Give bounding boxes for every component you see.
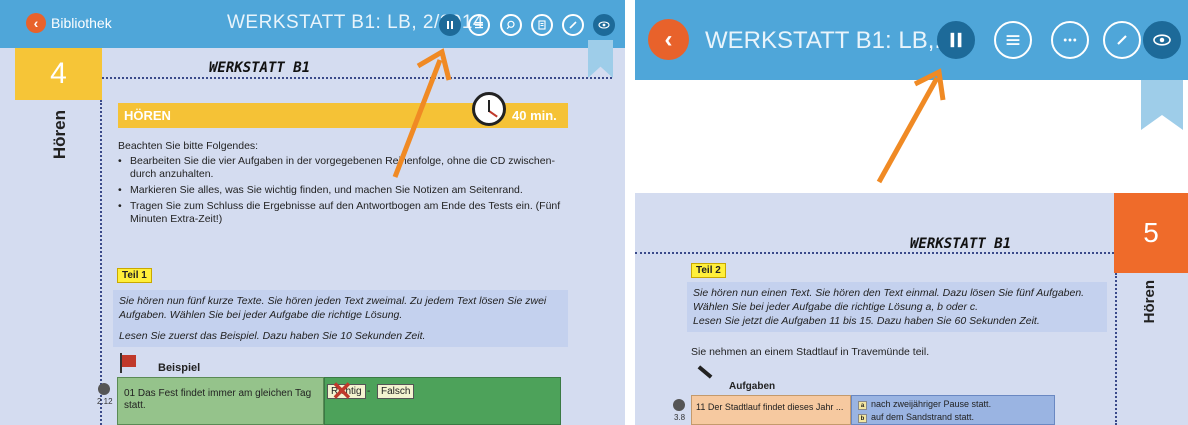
book-title: WERKSTATT B1: LB,... [705, 27, 955, 54]
pencil-icon[interactable] [1103, 21, 1141, 59]
context-text: Sie nehmen an einem Stadtlauf in Travemü… [691, 346, 930, 358]
pause-icon[interactable] [439, 14, 461, 36]
pencil-icon[interactable] [562, 14, 584, 36]
notes-icon[interactable] [531, 14, 553, 36]
toolbar: ‹ Bibliothek WERKSTATT B1: LB, 2/2014 [0, 0, 625, 48]
bookmark-icon[interactable] [1141, 80, 1183, 130]
bookmark-icon[interactable] [588, 40, 613, 78]
option-text: nach zweijähriger Pause statt. [871, 399, 992, 409]
search-icon[interactable] [500, 14, 522, 36]
section-label-vertical: Hören [1141, 280, 1158, 324]
left-screenshot: ‹ Bibliothek WERKSTATT B1: LB, 2/2014 4 … [0, 0, 625, 425]
list-item: Tragen Sie zum Schluss die Ergebnisse au… [118, 200, 568, 226]
teil-label: Teil 1 [117, 268, 152, 283]
cd-icon[interactable] [673, 399, 685, 411]
option-letter: b [858, 414, 867, 423]
page-header: WERKSTATT B1 [209, 60, 311, 76]
task-time-note: Lesen Sie zuerst das Beispiel. Dazu habe… [113, 325, 568, 347]
list-item: Bearbeiten Sie die vier Aufgaben in der … [118, 155, 568, 181]
instruction-text: Sie hören nun einen Text. Sie hören den … [693, 287, 1085, 313]
tasks-label: Aufgaben [729, 381, 776, 392]
arrow-annotation [392, 48, 452, 178]
back-icon[interactable]: ‹ [26, 13, 46, 33]
page-header: WERKSTATT B1 [910, 236, 1012, 252]
menu-icon[interactable] [468, 14, 490, 36]
answer-option-a[interactable]: a nach zweijähriger Pause statt. [858, 399, 991, 410]
header-divider [102, 77, 612, 79]
option-text: auf dem Sandstrand statt. [871, 412, 975, 422]
eye-icon[interactable] [1143, 21, 1181, 59]
menu-icon[interactable] [994, 21, 1032, 59]
cd-icon[interactable] [98, 383, 110, 395]
back-icon[interactable]: ‹ [648, 19, 689, 60]
page-number-tab: 4 [15, 48, 102, 100]
pause-icon[interactable] [937, 21, 975, 59]
page-number-tab: 5 [1114, 193, 1188, 273]
instruction-time-note: Lesen Sie jetzt die Aufgaben 11 bis 15. … [693, 315, 1040, 327]
instruction-list: Bearbeiten Sie die vier Aufgaben in der … [118, 155, 568, 229]
clock-icon [472, 92, 506, 126]
hoeren-bar-title: HÖREN [124, 108, 171, 123]
cd-track-number: 3.8 [674, 413, 686, 422]
teil-label: Teil 2 [691, 263, 726, 278]
eye-icon[interactable] [593, 14, 615, 36]
example-label: Beispiel [158, 362, 201, 374]
option-letter: a [858, 401, 867, 410]
answer-option-b[interactable]: b auf dem Sandstrand statt. [858, 412, 974, 423]
flag-icon [122, 355, 136, 367]
cross-mark-icon: ✕ [331, 376, 353, 406]
right-screenshot: ‹ WERKSTATT B1: LB,... 5 Hören WERKSTATT… [635, 0, 1188, 425]
question-01: 01 Das Fest findet immer am gleichen Tag… [124, 388, 312, 411]
intro-text: Beachten Sie bitte Folgendes: [118, 140, 259, 152]
hoeren-bar-duration: 40 min. [512, 108, 557, 123]
list-item: Markieren Sie alles, was Sie wichtig fin… [118, 184, 568, 197]
falsch-option[interactable]: Falsch [377, 384, 415, 399]
task-instruction: Sie hören nun einen Text. Sie hören den … [687, 282, 1107, 332]
more-icon[interactable] [1051, 21, 1089, 59]
question-11: 11 Der Stadtlauf findet dieses Jahr ... [696, 402, 844, 412]
cd-track-number: 2.12 [97, 397, 113, 406]
section-label-vertical: Hören [50, 110, 69, 160]
back-label[interactable]: Bibliothek [51, 15, 112, 31]
task-instruction: Sie hören nun fünf kurze Texte. Sie höre… [113, 290, 568, 326]
option-separator: - [367, 386, 371, 397]
header-divider [635, 252, 1114, 254]
arrow-annotation [876, 68, 946, 184]
